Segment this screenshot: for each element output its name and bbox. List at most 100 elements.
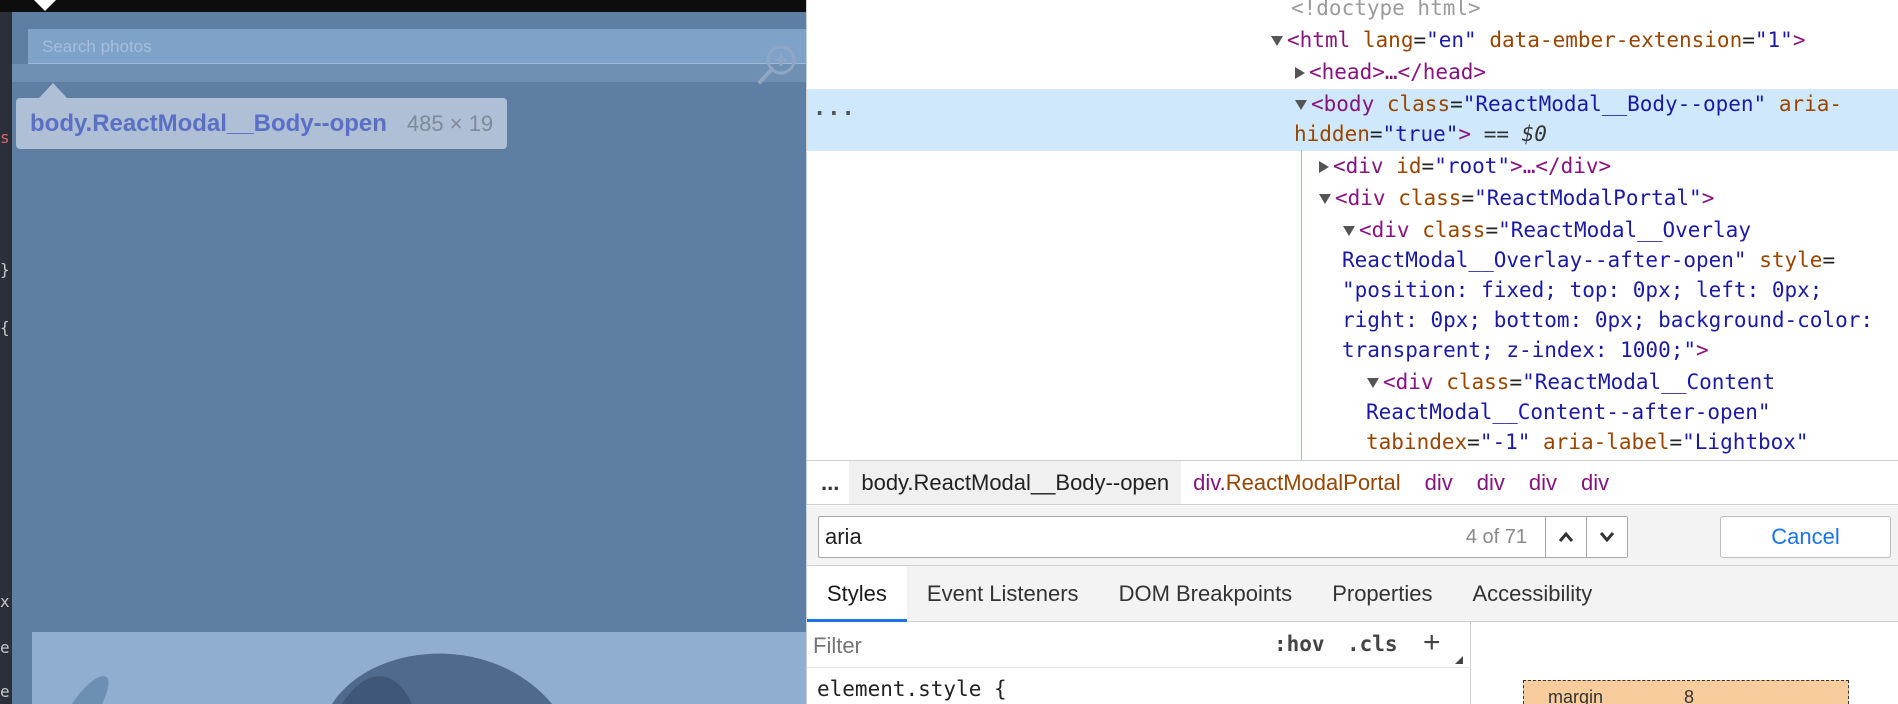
tab-accessibility[interactable]: Accessibility: [1452, 566, 1612, 622]
margin-value[interactable]: 8: [1684, 687, 1694, 704]
expand-triangle-icon[interactable]: [1343, 226, 1355, 236]
collapse-triangle-icon[interactable]: [1295, 67, 1305, 79]
attr-name: id: [1396, 154, 1422, 178]
attr-value: right: 0px; bottom: 0px; background-colo…: [1342, 308, 1874, 332]
page-top-bar: [0, 0, 806, 12]
find-next-button[interactable]: [1586, 517, 1627, 557]
dom-portal-line[interactable]: <div class="ReactModalPortal">: [807, 183, 1898, 213]
dom-body-line-cont[interactable]: hidden="true"> == $0: [807, 119, 1898, 149]
add-rule-button[interactable]: +: [1423, 626, 1441, 660]
attr-value: "root": [1434, 154, 1511, 178]
div-tag: <div: [1333, 154, 1384, 178]
body-tag: <body: [1311, 92, 1375, 116]
tag-close: >: [1696, 338, 1709, 362]
breadcrumb-item-div[interactable]: div: [1465, 461, 1517, 504]
margin-box[interactable]: margin 8: [1523, 680, 1849, 704]
attr-value: "en": [1426, 28, 1477, 52]
tab-event-listeners[interactable]: Event Listeners: [907, 566, 1099, 622]
tab-properties[interactable]: Properties: [1312, 566, 1452, 622]
strip-char: {: [0, 318, 10, 337]
dom-content-line[interactable]: <div class="ReactModal__Content: [807, 367, 1898, 397]
photo-image: [32, 632, 806, 704]
breadcrumb-item-div[interactable]: div: [1413, 461, 1465, 504]
dom-body-line[interactable]: <body class="ReactModal__Body--open" ari…: [807, 89, 1898, 119]
box-model: margin 8: [1471, 622, 1898, 704]
element-style-rule[interactable]: element.style {: [817, 677, 1007, 701]
dom-content-line-attrs[interactable]: tabindex="-1" aria-label="Lightbox": [807, 427, 1898, 457]
attr-value: transparent; z-index: 1000;": [1342, 338, 1697, 362]
div-tag: <div: [1383, 370, 1434, 394]
find-match-count: 4 of 71: [1465, 526, 1527, 548]
attr-value: "true": [1382, 122, 1459, 146]
attr-value: "1": [1754, 28, 1793, 52]
collapse-triangle-icon[interactable]: [1319, 161, 1329, 173]
breadcrumb-item-div[interactable]: div: [1569, 461, 1621, 504]
dom-overlay-style-2[interactable]: right: 0px; bottom: 0px; background-colo…: [807, 305, 1898, 335]
dom-html-line[interactable]: <html lang="en" data-ember-extension="1"…: [807, 25, 1898, 55]
attr-name: hidden: [1294, 122, 1370, 146]
sidebar-tabs: Styles Event Listeners DOM Breakpoints P…: [807, 566, 1898, 622]
attr-name: tabindex: [1366, 430, 1468, 454]
class-toggle[interactable]: .cls: [1347, 632, 1398, 656]
chevron-down-icon: [1599, 532, 1615, 543]
attr-name: class: [1398, 186, 1462, 210]
margin-label: margin: [1548, 687, 1604, 704]
dom-root-line[interactable]: <div id="root">…</div>: [807, 151, 1898, 181]
dom-head-line[interactable]: <head>…</head>: [807, 57, 1898, 87]
attr-value: "ReactModal__Body--open": [1462, 92, 1767, 116]
strip-char: e: [0, 682, 10, 701]
attr-value: ReactModal__Overlay--after-open": [1342, 248, 1747, 272]
breadcrumb-item-portal[interactable]: div.ReactModalPortal: [1181, 461, 1412, 504]
expand-triangle-icon[interactable]: [1295, 100, 1307, 110]
breadcrumb: ... body.ReactModal__Body--open div.Reac…: [807, 460, 1898, 505]
find-previous-button[interactable]: [1545, 517, 1586, 557]
styles-filter-input[interactable]: [813, 629, 1251, 663]
breadcrumb-item-div[interactable]: div: [1517, 461, 1569, 504]
head-tag: <head>…</head>: [1309, 60, 1487, 84]
tab-dom-breakpoints[interactable]: DOM Breakpoints: [1099, 566, 1313, 622]
tag-close: >: [1458, 122, 1472, 146]
strip-char: x: [0, 592, 10, 611]
dom-overlay-style-3[interactable]: transparent; z-index: 1000;">: [807, 335, 1898, 365]
attr-value: ReactModal__Content--after-open": [1366, 400, 1771, 424]
page-search-field[interactable]: Search photos: [28, 29, 806, 64]
breadcrumb-class: ReactModalPortal: [1225, 470, 1401, 495]
lightbox-photo: [32, 632, 806, 704]
dom-doctype-line[interactable]: <!doctype html>: [807, 0, 1898, 23]
zoom-in-icon[interactable]: [754, 42, 800, 88]
tag-close: >: [1701, 186, 1715, 210]
find-field: 4 of 71: [818, 516, 1628, 558]
attr-name: class: [1446, 370, 1510, 394]
doctype-text: <!doctype html>: [1291, 0, 1481, 20]
breadcrumb-tag: div.: [1193, 470, 1226, 495]
tab-styles[interactable]: Styles: [807, 566, 907, 622]
cancel-button[interactable]: Cancel: [1720, 516, 1891, 558]
dom-tree[interactable]: ... <!doctype html> <html lang="en" data…: [807, 0, 1898, 460]
styles-toolbar: :hov .cls +: [807, 622, 1471, 668]
dom-overlay-line-cont[interactable]: ReactModal__Overlay--after-open" style=: [807, 245, 1898, 275]
find-input[interactable]: [825, 517, 1385, 557]
expand-triangle-icon[interactable]: [1367, 378, 1379, 388]
dom-overlay-line[interactable]: <div class="ReactModal__Overlay: [807, 215, 1898, 245]
page-left-strip: s } { x e e: [0, 0, 12, 704]
html-tag: html: [1299, 28, 1351, 52]
attr-name: lang: [1362, 28, 1414, 52]
page-search-placeholder: Search photos: [42, 37, 152, 56]
dom-overlay-style-1[interactable]: "position: fixed; top: 0px; left: 0px;: [807, 275, 1898, 305]
strip-char: }: [0, 260, 10, 279]
breadcrumb-ellipsis[interactable]: ...: [807, 470, 849, 496]
hover-state-toggle[interactable]: :hov: [1274, 632, 1325, 656]
attr-name: data-ember-extension: [1489, 28, 1743, 52]
expand-triangle-icon[interactable]: [1271, 36, 1283, 46]
expand-triangle-icon[interactable]: [1319, 194, 1331, 204]
find-bar: 4 of 71 Cancel: [807, 506, 1898, 566]
tooltip-arrow: [39, 83, 67, 98]
corner-icon: [1455, 656, 1463, 664]
selected-marker: == $0: [1483, 122, 1547, 146]
dom-content-line-cont[interactable]: ReactModal__Content--after-open": [807, 397, 1898, 427]
tooltip-element-name: body.ReactModal__Body--open: [30, 109, 387, 137]
highlight-padding-band: [12, 64, 806, 82]
attr-name: class: [1422, 218, 1486, 242]
breadcrumb-item-body[interactable]: body.ReactModal__Body--open: [849, 461, 1182, 504]
div-tag: <div: [1359, 218, 1410, 242]
